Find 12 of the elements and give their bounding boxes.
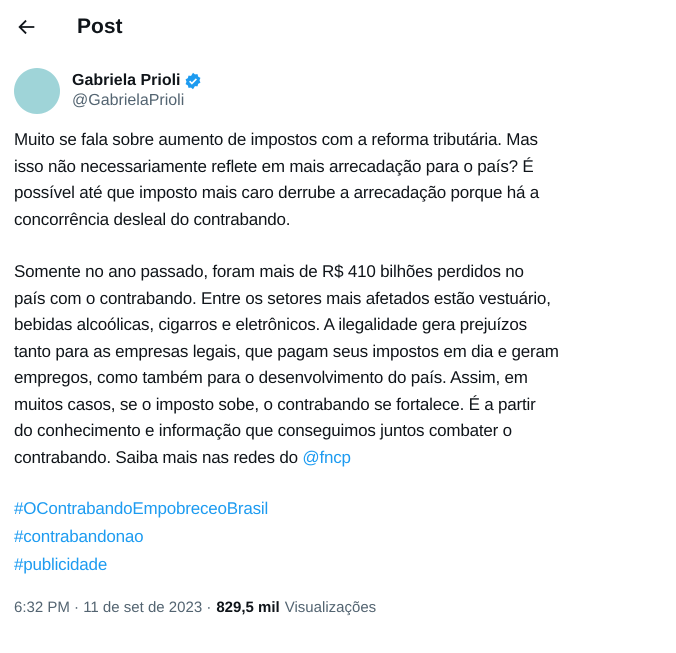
post-timestamp[interactable]: 6:32 PM · 11 de set de 2023 · bbox=[14, 597, 212, 620]
hashtag-link[interactable]: #publicidade bbox=[14, 551, 108, 579]
hashtag-link[interactable]: #OContrabandoEmpobreceoBrasil bbox=[14, 495, 268, 523]
page-title: Post bbox=[77, 14, 123, 40]
post-paragraph: Somente no ano passado, foram mais de R$ 410 bilhões perdidos no país com o contrabando. Entre os setores mais afetados estão vestuário, bebidas alcoólicas, cigarros e eletrônicos. A ilegalidade gera prejuízos tanto para as empresas legais, que pagam seus impostos em dia e geram empregos, como também para o desenvolvimento do país. Assim, em muitos casos, se o imposto sobe, o contrabando se fortalece. É a partir do conhecimento e informação que conseguimos juntos combater o contrabando. Saiba mais nas redes do @fncp bbox=[14, 261, 560, 468]
mention-link[interactable]: @fncp bbox=[302, 448, 351, 466]
hashtag-link[interactable]: #contrabandonao bbox=[14, 523, 144, 551]
author-name[interactable]: Gabriela Prioli bbox=[72, 71, 180, 91]
author-handle[interactable]: @GabrielaPrioli bbox=[72, 91, 202, 111]
views-count: 829,5 mil bbox=[216, 598, 280, 618]
post-paragraph: Muito se fala sobre aumento de impostos com a reforma tributária. Mas isso não necessariamente reflete em mais arrecadação para o país? É possível até que imposto mais caro derrube a arrecadação porque há a concorrência desleal do contrabando. bbox=[14, 129, 540, 230]
views-label: Visualizações bbox=[284, 598, 376, 618]
